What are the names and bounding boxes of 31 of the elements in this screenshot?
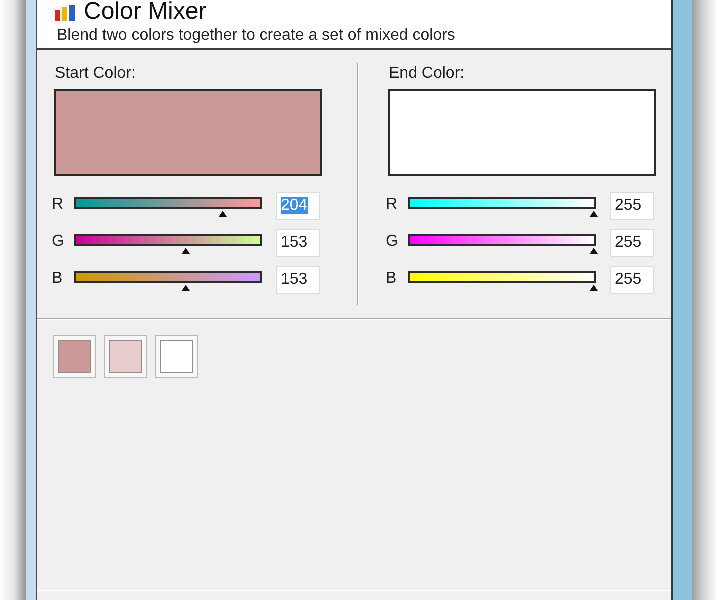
slider-thumb[interactable] [182, 248, 190, 254]
channel-label: R [386, 194, 399, 214]
value-field[interactable]: 153 [276, 229, 320, 257]
color-swatch[interactable] [53, 335, 96, 378]
channel-label: B [52, 268, 64, 288]
slider-thumb[interactable] [590, 285, 598, 291]
slider-track[interactable] [405, 234, 599, 254]
slider-track[interactable] [71, 197, 265, 217]
color-label: Start Color: [55, 64, 137, 84]
window-title: Color Mixer [84, 0, 207, 24]
value-field[interactable]: 255 [610, 192, 654, 220]
color-swatch[interactable] [104, 335, 147, 378]
slider-track[interactable] [71, 271, 265, 291]
slider-track[interactable] [405, 197, 599, 217]
channel-label: B [386, 268, 398, 288]
color-label: End Color: [389, 64, 466, 84]
channel-label: G [386, 232, 400, 252]
channel-label: G [52, 232, 66, 252]
slider-track[interactable] [71, 234, 265, 254]
value-field[interactable]: 255 [610, 266, 654, 294]
window-subtitle: Blend two colors together to create a set of mixed colors [57, 26, 456, 46]
slider-thumb[interactable] [590, 211, 598, 217]
value-field[interactable]: 153 [276, 266, 320, 294]
color-swatch[interactable] [155, 335, 198, 378]
value-field[interactable]: 255 [610, 229, 654, 257]
slider-track[interactable] [405, 271, 599, 291]
slider-thumb[interactable] [219, 211, 228, 217]
channel-label: R [52, 194, 65, 214]
slider-thumb[interactable] [590, 248, 598, 254]
slider-thumb[interactable] [182, 285, 190, 291]
bar-chart-icon [54, 5, 76, 21]
